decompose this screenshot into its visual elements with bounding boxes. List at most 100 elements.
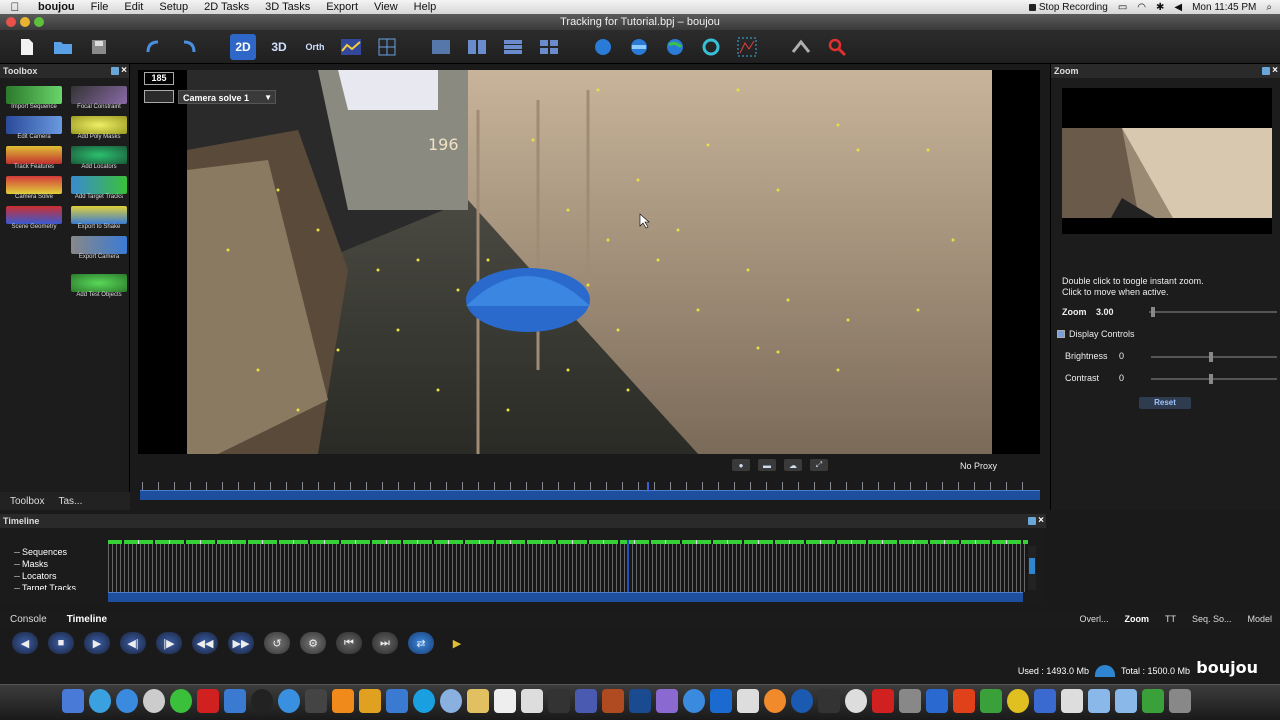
messages-icon[interactable] (440, 689, 462, 713)
skype-icon[interactable] (413, 689, 435, 713)
viewer-scrubber[interactable] (140, 490, 1040, 500)
image-viewer[interactable]: 196 (138, 70, 1040, 454)
next-frame-icon[interactable]: ⏭ (372, 632, 398, 654)
powerpoint-icon[interactable] (953, 689, 975, 713)
open-file-icon[interactable] (50, 34, 76, 60)
word-icon[interactable] (926, 689, 948, 713)
view-2d-icon[interactable]: 2D (230, 33, 256, 60)
preview-icon[interactable] (737, 689, 759, 713)
menu-2d-tasks[interactable]: 2D Tasks (196, 0, 257, 14)
notes-icon[interactable] (467, 689, 489, 713)
new-file-icon[interactable] (14, 34, 40, 60)
trash-icon[interactable] (1169, 689, 1191, 713)
close-icon[interactable]: × (1272, 66, 1278, 76)
close-icon[interactable]: × (1038, 516, 1044, 526)
view-orth-icon[interactable]: Orth (302, 34, 328, 60)
firefox-icon[interactable] (764, 689, 786, 713)
textedit-icon[interactable] (1034, 689, 1056, 713)
key-prev-icon[interactable]: ↺ (264, 632, 290, 654)
safari-icon[interactable] (89, 689, 111, 713)
brightness-slider-knob[interactable] (1209, 352, 1213, 362)
camera-globe-icon[interactable] (626, 34, 652, 60)
flat-icon[interactable]: ▬ (758, 459, 776, 471)
step-back-icon[interactable]: ◀| (120, 632, 146, 654)
tab-model[interactable]: Model (1239, 614, 1280, 624)
tab-tasks[interactable]: Tas... (58, 496, 82, 507)
quicktime-icon[interactable] (278, 689, 300, 713)
aperture-icon[interactable] (251, 689, 273, 713)
tools-icon[interactable] (359, 689, 381, 713)
curve-editor-icon[interactable] (734, 34, 760, 60)
tool-add-test-objects[interactable]: Add Test Objects (69, 262, 129, 298)
menu-file[interactable]: File (83, 0, 117, 14)
eye-icon[interactable]: ● (732, 459, 750, 471)
whatsapp-icon[interactable] (170, 689, 192, 713)
clapper-icon[interactable] (305, 689, 327, 713)
grid-icon[interactable] (374, 34, 400, 60)
zoom-slider-knob[interactable] (1151, 307, 1155, 317)
contacts-icon[interactable] (521, 689, 543, 713)
document-icon[interactable] (1142, 689, 1164, 713)
menu-setup[interactable]: Setup (151, 0, 196, 14)
contrast-slider-knob[interactable] (1209, 374, 1213, 384)
chess-icon[interactable] (548, 689, 570, 713)
premiere-icon[interactable] (656, 689, 678, 713)
tree-item-sequences[interactable]: Sequences (12, 546, 76, 558)
rewind-icon[interactable]: ◀◀ (192, 632, 218, 654)
stop-playback-icon[interactable]: ■ (48, 632, 74, 654)
timeline-scroll-thumb[interactable] (1029, 558, 1035, 574)
system-prefs-icon[interactable] (143, 689, 165, 713)
tab-tt[interactable]: TT (1157, 614, 1184, 624)
tool-add-target-tracks[interactable]: Add Target Tracks (69, 172, 129, 200)
tree-item-locators[interactable]: Locators (12, 570, 76, 582)
tool-edit-camera[interactable]: Edit Camera (4, 112, 64, 140)
menu-view[interactable]: View (366, 0, 406, 14)
utility-icon[interactable] (899, 689, 921, 713)
xcode-icon[interactable] (710, 689, 732, 713)
tab-sequence-source[interactable]: Seq. So... (1184, 614, 1240, 624)
pin-icon[interactable] (1028, 517, 1037, 525)
tool-focal-constraint[interactable]: Focal Constraint (69, 82, 129, 110)
search-icon[interactable] (824, 34, 850, 60)
display-controls-checkbox[interactable] (1057, 330, 1065, 338)
cloud-icon[interactable]: ☁ (784, 459, 802, 471)
pin-icon[interactable] (111, 67, 120, 75)
brightness-slider[interactable] (1151, 352, 1277, 362)
save-icon[interactable] (86, 34, 112, 60)
zoom-preview[interactable] (1062, 88, 1272, 234)
timeline-scrollbar[interactable] (1028, 546, 1036, 590)
finder-icon[interactable] (62, 689, 84, 713)
red-app-icon[interactable] (197, 689, 219, 713)
proxy-status[interactable]: No Proxy (960, 461, 997, 471)
split-view-icon[interactable] (464, 34, 490, 60)
step-forward-icon[interactable]: |▶ (156, 632, 182, 654)
app-menu[interactable]: boujou (30, 0, 83, 14)
tree-item-target-tracks[interactable]: Target Tracks (12, 582, 76, 590)
tool-camera-solve[interactable]: Camera Solve (4, 172, 64, 200)
after-effects-icon[interactable] (575, 689, 597, 713)
itunes-icon[interactable] (791, 689, 813, 713)
bluetooth-icon[interactable]: ✱ (1156, 2, 1164, 13)
tab-timeline[interactable]: Timeline (57, 614, 117, 625)
tab-zoom[interactable]: Zoom (1116, 614, 1157, 624)
undo-icon[interactable] (140, 34, 166, 60)
spotlight-icon[interactable]: ⌕ (1266, 2, 1272, 13)
tab-console[interactable]: Console (0, 614, 57, 625)
viewer-playhead[interactable] (647, 482, 649, 492)
orbit-icon[interactable] (698, 34, 724, 60)
fast-forward-icon[interactable]: ▶▶ (228, 632, 254, 654)
expand-icon[interactable]: ⤢ (810, 459, 828, 471)
view-3d-icon[interactable]: 3D (266, 34, 292, 60)
close-window-icon[interactable] (6, 17, 16, 27)
tool-export-to-shake[interactable]: Export to Shake (69, 202, 129, 230)
zoom-window-icon[interactable] (34, 17, 44, 27)
tab-overlays[interactable]: Overl... (1071, 614, 1116, 624)
itunes-music-icon[interactable] (845, 689, 867, 713)
calendar-icon[interactable] (494, 689, 516, 713)
timeline-scrubber[interactable] (108, 592, 1023, 602)
script-icon[interactable] (788, 34, 814, 60)
loop-icon[interactable]: ⇄ (408, 632, 434, 654)
reset-button[interactable]: Reset (1139, 397, 1191, 409)
battery-icon[interactable]: ▭ (1118, 2, 1127, 13)
brightness-value[interactable]: 0 (1119, 351, 1124, 361)
